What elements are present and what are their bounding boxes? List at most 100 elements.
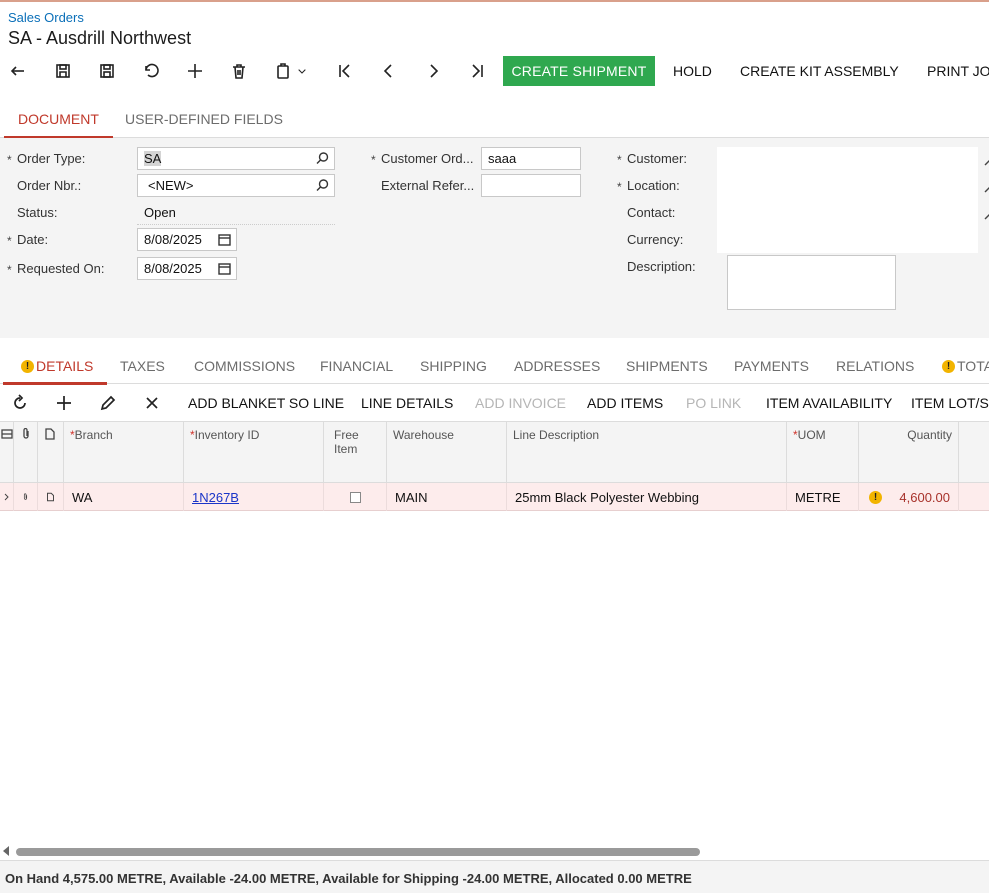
warning-icon: ! [869,490,882,504]
column-line-description[interactable]: Line Description [507,422,787,484]
column-branch[interactable]: *Branch [64,422,184,484]
free-item-checkbox[interactable] [349,491,361,503]
undo-arrow-icon[interactable] [4,56,34,86]
cell-uom[interactable]: METRE [787,483,859,511]
customer-label: Customer: [627,151,687,166]
tab-payments[interactable]: PAYMENTS [734,348,809,384]
tab-document[interactable]: DOCUMENT [4,100,113,139]
column-settings-icon[interactable] [0,422,14,484]
cell-line-description[interactable]: 25mm Black Polyester Webbing [507,483,787,511]
search-icon[interactable] [315,151,330,166]
tab-commissions[interactable]: COMMISSIONS [194,348,295,384]
order-nbr-field[interactable]: <NEW> [137,174,335,197]
column-uom[interactable]: *UOM [787,422,859,484]
tab-details-label: DETAILS [36,358,94,374]
last-record-icon[interactable] [462,56,492,86]
next-record-icon[interactable] [418,56,448,86]
column-quantity[interactable]: Quantity [859,422,959,484]
save-icon[interactable] [92,56,122,86]
add-items-button[interactable]: ADD ITEMS [587,385,663,421]
tab-taxes[interactable]: TAXES [120,348,165,384]
first-record-icon[interactable] [330,56,360,86]
add-blanket-so-line-button[interactable]: ADD BLANKET SO LINE [188,385,344,421]
tab-addresses[interactable]: ADDRESSES [514,348,600,384]
status-label: Status: [17,205,58,220]
edit-customer-icon[interactable] [983,154,989,166]
tab-totals-label: TOTA [957,358,989,374]
row-expand-icon[interactable] [0,483,14,511]
description-field[interactable] [727,255,896,310]
inventory-id-link[interactable]: 1N267B [192,490,239,505]
line-details-button[interactable]: LINE DETAILS [361,385,453,421]
row-note-icon[interactable] [38,483,64,511]
breadcrumb[interactable]: Sales Orders [8,10,84,25]
save-close-icon[interactable] [48,56,78,86]
column-uom-label: UOM [797,428,826,442]
add-invoice-button[interactable]: ADD INVOICE [475,385,566,421]
cell-quantity[interactable]: ! 4,600.00 [859,483,959,511]
document-form: * Order Type: SA Order Nbr.: <NEW> Statu… [0,138,989,338]
item-availability-button[interactable]: ITEM AVAILABILITY [766,385,892,421]
po-link-button[interactable]: PO LINK [686,385,741,421]
currency-label: Currency: [627,232,684,247]
required-marker: * [7,234,12,248]
add-row-icon[interactable] [52,391,76,415]
cell-free-item[interactable] [324,483,387,511]
delete-icon[interactable] [224,56,254,86]
date-field[interactable]: 8/08/2025 [137,228,237,251]
requested-on-field[interactable]: 8/08/2025 [137,257,237,280]
status-value: Open [144,205,176,220]
row-attachment-icon[interactable] [14,483,38,511]
edit-icon[interactable] [96,391,120,415]
external-ref-field[interactable] [481,174,581,197]
scrollbar-thumb[interactable] [16,848,700,856]
required-marker: * [7,263,12,277]
customer-selector-area[interactable] [717,147,978,253]
tab-details[interactable]: ! DETAILS [2,348,108,385]
customer-order-label: Customer Ord... [381,151,474,166]
cell-inventory-id[interactable]: 1N267B [184,483,324,511]
column-warehouse[interactable]: Warehouse [387,422,507,484]
hold-button[interactable]: HOLD [673,56,712,86]
previous-record-icon[interactable] [374,56,404,86]
search-icon[interactable] [315,178,330,193]
tab-relations[interactable]: RELATIONS [836,348,914,384]
tab-shipments[interactable]: SHIPMENTS [626,348,708,384]
chevron-down-icon[interactable] [292,56,312,86]
cell-warehouse[interactable]: MAIN [387,483,507,511]
refresh-icon[interactable] [8,391,32,415]
cell-branch[interactable]: WA [64,483,184,511]
create-shipment-button[interactable]: CREATE SHIPMENT [503,56,655,86]
requested-on-label: Requested On: [17,261,105,276]
edit-contact-icon[interactable] [983,208,989,220]
calendar-icon[interactable] [217,261,232,276]
table-row[interactable]: WA 1N267B MAIN 25mm Black Polyester Webb… [0,483,989,511]
create-kit-assembly-button[interactable]: CREATE KIT ASSEMBLY [740,56,899,86]
grid-toolbar: ADD BLANKET SO LINE LINE DETAILS ADD INV… [0,385,989,421]
required-marker: * [371,153,376,167]
tab-shipping[interactable]: SHIPPING [420,348,487,384]
quantity-value: 4,600.00 [899,489,950,505]
edit-location-icon[interactable] [983,181,989,193]
scroll-left-icon[interactable] [3,846,9,856]
availability-status-bar: On Hand 4,575.00 METRE, Available -24.00… [0,860,989,893]
date-label: Date: [17,232,49,247]
requested-on-value: 8/08/2025 [144,261,202,276]
tab-user-defined-fields[interactable]: USER-DEFINED FIELDS [125,100,283,138]
customer-order-field[interactable]: saaa [481,147,581,170]
tab-financial[interactable]: FINANCIAL [320,348,393,384]
column-free-item-label-2: Item [334,442,358,456]
add-icon[interactable] [180,56,210,86]
cancel-icon[interactable] [136,56,166,86]
column-free-item[interactable]: Free Item [324,422,387,484]
column-inventory-id[interactable]: *Inventory ID [184,422,324,484]
calendar-icon[interactable] [217,232,232,247]
attachment-column-icon [14,422,38,484]
order-type-field[interactable]: SA [137,147,335,170]
form-tabs: DOCUMENT USER-DEFINED FIELDS [0,100,989,139]
delete-row-icon[interactable] [140,391,164,415]
print-job-button[interactable]: PRINT JO [927,56,989,86]
tab-totals[interactable]: ! TOTA [942,348,989,384]
item-lot-serial-button[interactable]: ITEM LOT/SE [911,385,989,421]
order-nbr-label: Order Nbr.: [17,178,82,193]
